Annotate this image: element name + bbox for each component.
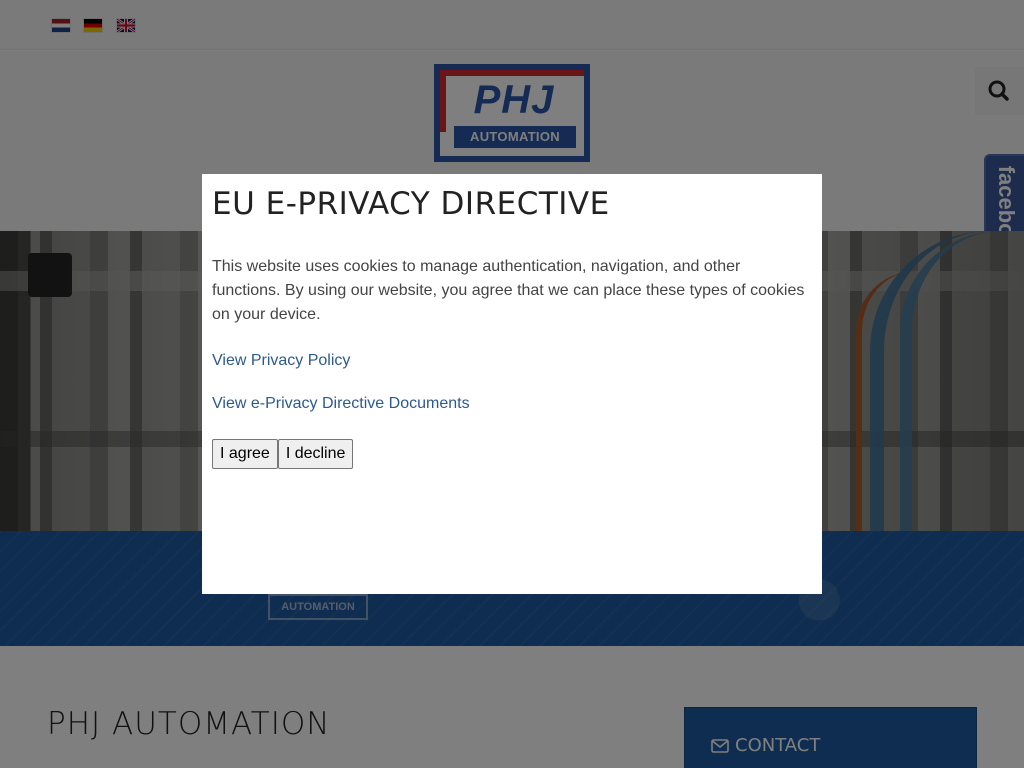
modal-actions: I agree I decline xyxy=(212,439,812,469)
modal-title: EU E-PRIVACY DIRECTIVE xyxy=(212,186,610,222)
decline-button[interactable]: I decline xyxy=(277,439,354,469)
privacy-policy-link[interactable]: View Privacy Policy xyxy=(212,352,812,370)
privacy-modal: EU E-PRIVACY DIRECTIVE This website uses… xyxy=(202,174,822,594)
directive-documents-link[interactable]: View e-Privacy Directive Documents xyxy=(212,395,812,413)
modal-body: This website uses cookies to manage auth… xyxy=(212,258,805,323)
agree-button[interactable]: I agree xyxy=(212,439,278,469)
